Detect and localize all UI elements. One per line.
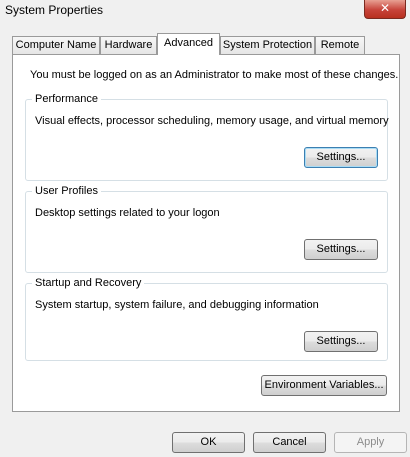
tab-system-protection[interactable]: System Protection <box>220 36 315 54</box>
user-profiles-settings-button[interactable]: Settings... <box>304 239 378 260</box>
startup-recovery-description: System startup, system failure, and debu… <box>35 299 319 311</box>
startup-recovery-group-title: Startup and Recovery <box>32 277 145 289</box>
startup-recovery-settings-button[interactable]: Settings... <box>304 331 378 352</box>
admin-notice: You must be logged on as an Administrato… <box>30 69 399 81</box>
tab-hardware[interactable]: Hardware <box>100 36 157 54</box>
window-title: System Properties <box>5 3 104 17</box>
title-bar: System Properties ✕ <box>0 0 410 24</box>
tab-computer-name[interactable]: Computer Name <box>12 36 100 54</box>
performance-settings-button[interactable]: Settings... <box>304 147 378 168</box>
advanced-tab-panel: You must be logged on as an Administrato… <box>12 54 400 412</box>
performance-group-title: Performance <box>32 93 101 105</box>
ok-button[interactable]: OK <box>172 432 245 453</box>
user-profiles-group-title: User Profiles <box>32 185 101 197</box>
user-profiles-description: Desktop settings related to your logon <box>35 207 220 219</box>
performance-group: Performance Visual effects, processor sc… <box>25 93 389 181</box>
tab-advanced[interactable]: Advanced <box>157 33 220 55</box>
apply-button[interactable]: Apply <box>334 432 407 453</box>
environment-variables-button[interactable]: Environment Variables... <box>261 375 387 396</box>
tab-remote[interactable]: Remote <box>315 36 365 54</box>
performance-description: Visual effects, processor scheduling, me… <box>35 115 389 127</box>
user-profiles-group: User Profiles Desktop settings related t… <box>25 185 388 273</box>
cancel-button[interactable]: Cancel <box>253 432 326 453</box>
startup-recovery-group: Startup and Recovery System startup, sys… <box>25 277 388 361</box>
close-button[interactable]: ✕ <box>364 0 406 19</box>
close-icon: ✕ <box>379 1 391 15</box>
